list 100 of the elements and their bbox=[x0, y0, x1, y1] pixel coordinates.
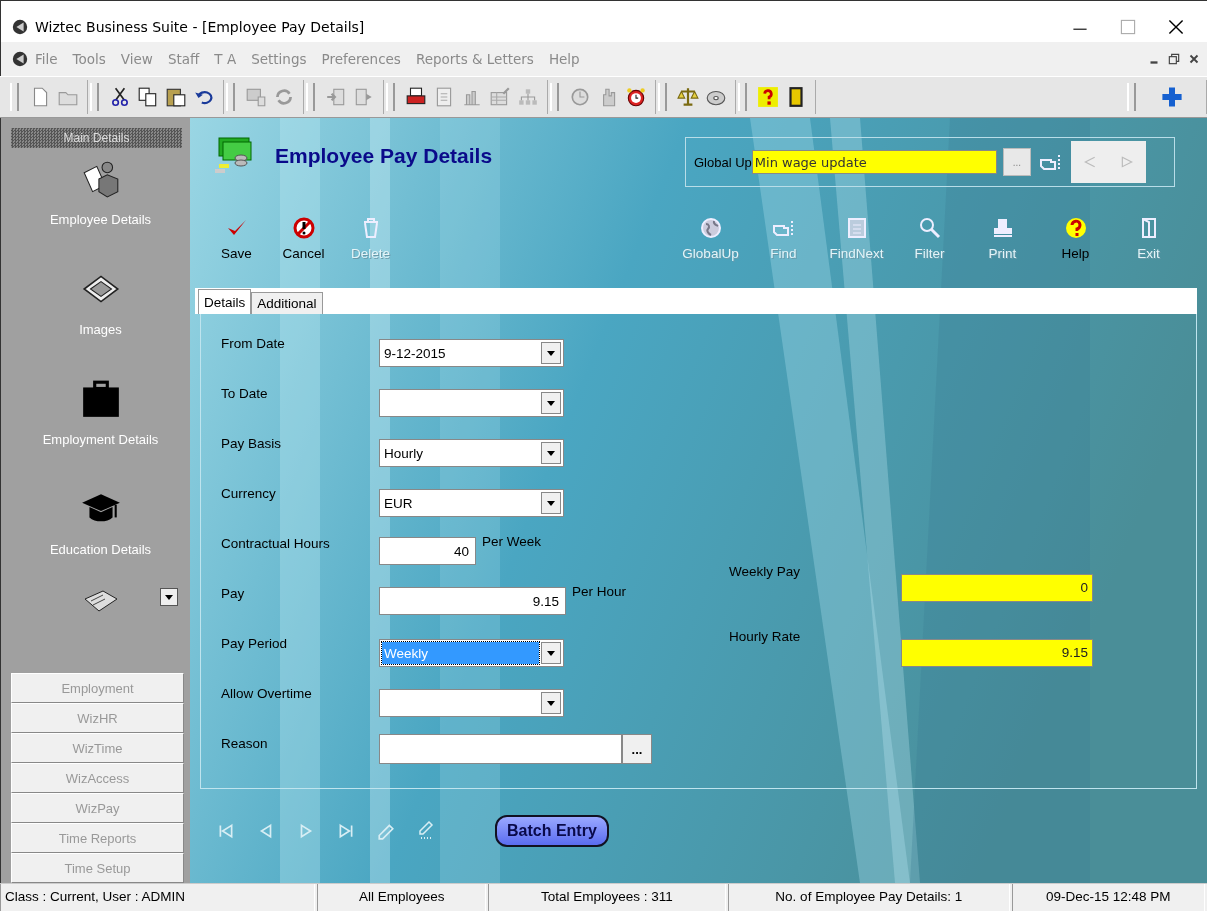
toolbar-button[interactable]: Help bbox=[1039, 216, 1112, 276]
sidebar-item[interactable]: Employment Details bbox=[11, 368, 190, 478]
toolbar-grip[interactable] bbox=[10, 83, 19, 111]
toolbar-grip[interactable] bbox=[226, 83, 235, 111]
module-button[interactable]: WizPay bbox=[11, 793, 184, 823]
dropdown[interactable]: EUR bbox=[379, 489, 564, 517]
toolbar-grip[interactable] bbox=[550, 83, 559, 111]
module-button[interactable]: Employment bbox=[11, 673, 184, 703]
toolbar-button[interactable]: Cancel bbox=[270, 216, 337, 276]
status-text: 09-Dec-15 12:48 PM bbox=[1011, 884, 1205, 911]
global-update-field[interactable]: Min wage update bbox=[751, 150, 997, 174]
toolbar-grip[interactable] bbox=[306, 83, 315, 111]
toolbar-grip[interactable] bbox=[90, 83, 99, 111]
close-icon[interactable] bbox=[1187, 52, 1201, 66]
copy-icon[interactable] bbox=[137, 86, 159, 108]
batch-entry-button[interactable]: Batch Entry bbox=[495, 815, 609, 847]
help-icon bbox=[1063, 216, 1088, 240]
sidebar-item[interactable]: Images bbox=[11, 258, 190, 368]
field-label: Allow Overtime bbox=[221, 685, 313, 701]
last-record-icon[interactable] bbox=[337, 821, 355, 841]
down-arrow-icon bbox=[547, 500, 555, 506]
field-label: Global Up bbox=[694, 154, 752, 170]
down-arrow-icon bbox=[547, 450, 555, 456]
unit-label: Per Hour bbox=[572, 584, 627, 599]
field-label: Currency bbox=[221, 485, 277, 501]
browse-button[interactable]: ... bbox=[622, 734, 652, 764]
module-button[interactable]: WizAccess bbox=[11, 763, 184, 793]
down-arrow-icon bbox=[547, 700, 555, 706]
field-label: Pay Period bbox=[221, 635, 289, 651]
menu-item[interactable]: Tools bbox=[72, 51, 106, 67]
tab[interactable]: Additional bbox=[251, 292, 323, 314]
status-text: All Employees bbox=[317, 884, 486, 911]
plus-icon[interactable] bbox=[1160, 85, 1184, 109]
field-label: From Date bbox=[221, 335, 286, 351]
module-button[interactable]: WizTime bbox=[11, 733, 184, 763]
dropdown-value: Weekly bbox=[382, 642, 539, 664]
dropdown[interactable]: Weekly bbox=[379, 639, 564, 667]
clock-icon[interactable] bbox=[569, 86, 591, 108]
field-label: Hourly Rate bbox=[729, 629, 802, 644]
dropdown-value: Hourly bbox=[383, 444, 424, 463]
toolbar-grip[interactable] bbox=[386, 83, 395, 111]
module-button[interactable]: Time Setup bbox=[11, 853, 184, 883]
next-icon[interactable] bbox=[1120, 155, 1135, 169]
menu-item[interactable]: Help bbox=[548, 51, 580, 67]
browse-button[interactable]: ... bbox=[1002, 148, 1031, 176]
status-text: No. of Employee Pay Details: 1 bbox=[727, 884, 1010, 911]
module-button[interactable]: Time Reports bbox=[11, 823, 184, 853]
dropdown[interactable] bbox=[379, 689, 564, 717]
field-label: Reason bbox=[221, 735, 269, 751]
menu-item[interactable]: View bbox=[120, 51, 153, 67]
alarm-clock-icon[interactable] bbox=[625, 86, 647, 108]
field-label: To Date bbox=[221, 385, 269, 401]
scales-icon[interactable] bbox=[677, 86, 699, 108]
toolbar-grip[interactable] bbox=[658, 83, 667, 111]
dropdown[interactable]: 9-12-2015 bbox=[379, 339, 564, 367]
pencil-dots-icon[interactable] bbox=[417, 821, 435, 841]
field-label: Weekly Pay bbox=[729, 564, 802, 579]
grid-icon[interactable] bbox=[245, 86, 267, 108]
toolbar-button[interactable]: Save bbox=[203, 216, 270, 276]
tab[interactable]: Details bbox=[198, 289, 252, 314]
window-title: Wiztec Business Suite - [Employee Pay Details] bbox=[35, 18, 365, 35]
previous-icon[interactable] bbox=[1082, 155, 1097, 169]
import-icon[interactable] bbox=[325, 86, 347, 108]
app-logo-icon bbox=[11, 50, 29, 68]
module-button[interactable]: WizHR bbox=[11, 703, 184, 733]
menu-item[interactable]: Reports & Letters bbox=[415, 51, 534, 67]
number-field[interactable]: 9.15 bbox=[379, 587, 566, 615]
restore-icon[interactable] bbox=[1167, 52, 1181, 66]
dropdown-value: 9-12-2015 bbox=[383, 344, 447, 363]
sidebar-item[interactable]: Education Details bbox=[11, 478, 190, 588]
hierarchy-icon[interactable] bbox=[517, 86, 539, 108]
sidebar-item[interactable]: Employee Details bbox=[11, 148, 190, 258]
dropdown[interactable] bbox=[379, 389, 564, 417]
refresh-icon[interactable] bbox=[273, 86, 295, 108]
menu-item[interactable]: T A bbox=[214, 51, 237, 67]
app-logo-icon bbox=[11, 17, 29, 36]
sidebar-header[interactable]: Main Details bbox=[11, 128, 182, 148]
menu-item[interactable]: Settings bbox=[251, 51, 307, 67]
number-field[interactable]: 40 bbox=[379, 537, 476, 565]
status-text: Total Employees : 311 bbox=[487, 884, 726, 911]
scroll-down-button[interactable] bbox=[160, 588, 178, 606]
pencil-icon[interactable] bbox=[377, 821, 395, 841]
money-icon bbox=[213, 136, 253, 176]
reason-field[interactable] bbox=[379, 734, 622, 764]
scissors-icon[interactable] bbox=[109, 86, 131, 108]
field-label: Pay bbox=[221, 585, 246, 601]
first-record-icon[interactable] bbox=[217, 821, 235, 841]
menu-item[interactable]: File bbox=[35, 51, 58, 67]
table-icon[interactable] bbox=[489, 86, 511, 108]
magnifier-icon bbox=[917, 216, 942, 240]
menu-item[interactable]: Preferences bbox=[321, 51, 401, 67]
toolbar-grip[interactable] bbox=[738, 83, 747, 111]
help-icon[interactable] bbox=[757, 86, 779, 108]
field-label: Pay Basis bbox=[221, 435, 283, 451]
clipboard-icon[interactable] bbox=[165, 86, 187, 108]
menu-item[interactable]: Staff bbox=[167, 51, 200, 67]
dropdown[interactable]: Hourly bbox=[379, 439, 564, 467]
field-label: Contractual Hours bbox=[221, 535, 331, 551]
down-arrow-icon bbox=[547, 650, 555, 656]
toolbar-grip[interactable] bbox=[1127, 83, 1136, 111]
